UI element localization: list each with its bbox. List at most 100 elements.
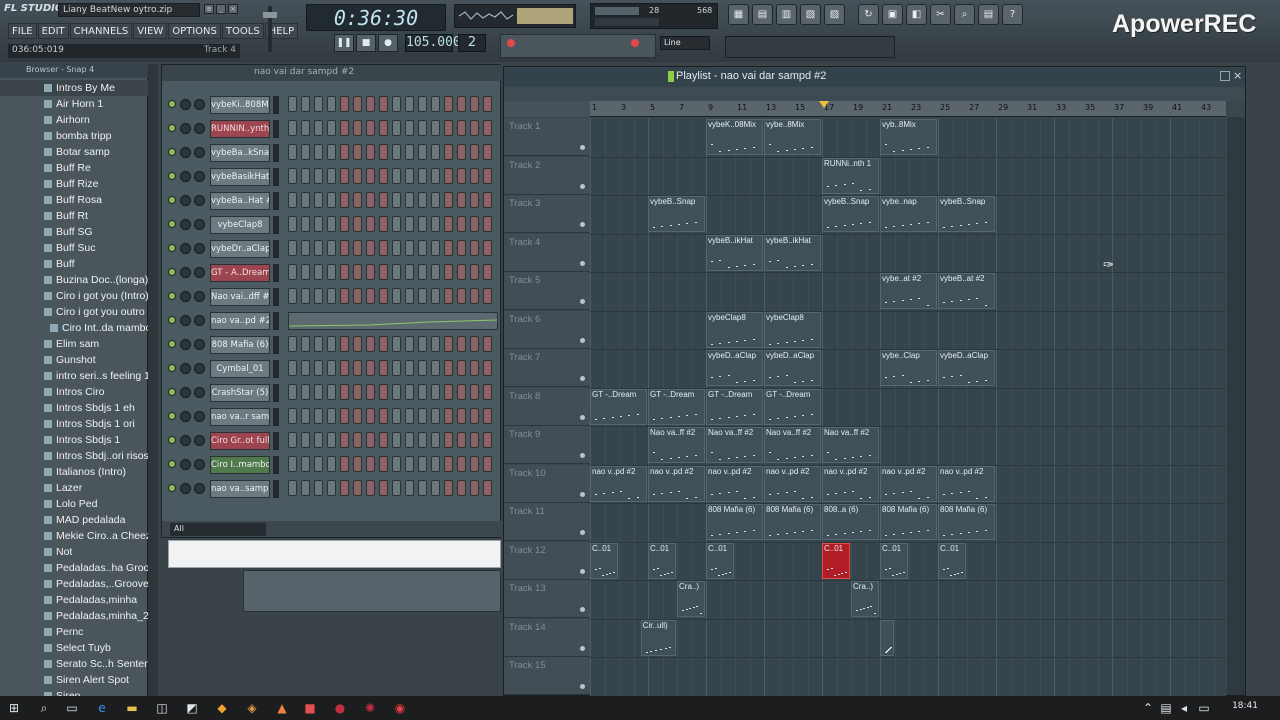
- track-mute-led[interactable]: [580, 260, 585, 266]
- step-button[interactable]: [366, 384, 375, 400]
- browser-item[interactable]: Intros Sbdjs 1 eh: [0, 400, 148, 416]
- channel-volume-knob[interactable]: [194, 483, 205, 494]
- step-button[interactable]: [314, 288, 323, 304]
- browser-item[interactable]: Not: [0, 544, 148, 560]
- channel-fader[interactable]: [273, 168, 279, 186]
- step-button[interactable]: [444, 192, 453, 208]
- app-icon-1[interactable]: ◩: [184, 700, 200, 716]
- channel-row[interactable]: vybeClap8: [162, 215, 502, 239]
- step-button[interactable]: [392, 288, 401, 304]
- step-button[interactable]: [340, 120, 349, 136]
- channel-name-button[interactable]: vybeBa..kSnap: [210, 144, 270, 162]
- channel-name-button[interactable]: nao va..sampd: [210, 480, 270, 498]
- step-button[interactable]: [327, 288, 336, 304]
- channel-name-button[interactable]: vybeBa..Hat #2: [210, 192, 270, 210]
- step-button[interactable]: [288, 264, 297, 280]
- pattern-clip[interactable]: vybeClap8: [706, 311, 763, 348]
- step-button[interactable]: [405, 336, 414, 352]
- step-button[interactable]: [366, 408, 375, 424]
- step-button[interactable]: [483, 480, 492, 496]
- menu-view[interactable]: VIEW: [133, 23, 168, 39]
- browser-item[interactable]: Buff: [0, 256, 148, 272]
- channel-pan-knob[interactable]: [180, 315, 191, 326]
- step-button[interactable]: [353, 408, 362, 424]
- step-button[interactable]: [353, 480, 362, 496]
- step-button[interactable]: [314, 480, 323, 496]
- maximize-icon[interactable]: [1220, 71, 1230, 81]
- step-button[interactable]: [288, 192, 297, 208]
- step-button[interactable]: [431, 336, 440, 352]
- track-header[interactable]: Track 5: [504, 272, 590, 310]
- browser-item[interactable]: Ciro Int..da mambo: [0, 320, 148, 336]
- step-button[interactable]: [301, 168, 310, 184]
- step-button[interactable]: [483, 240, 492, 256]
- step-button[interactable]: [457, 144, 466, 160]
- step-button[interactable]: [314, 408, 323, 424]
- step-button[interactable]: [379, 408, 388, 424]
- pattern-clip[interactable]: vybeB..Snap: [822, 196, 879, 232]
- pattern-clip[interactable]: RUNNi..nth 1: [822, 157, 879, 194]
- pattern-clip[interactable]: Cra..): [677, 581, 705, 617]
- track-header[interactable]: Track 2: [504, 156, 590, 195]
- step-button[interactable]: [457, 96, 466, 112]
- channel-volume-knob[interactable]: [194, 291, 205, 302]
- step-button[interactable]: [353, 432, 362, 448]
- pattern-clip[interactable]: C..01: [648, 542, 676, 579]
- channel-name-button[interactable]: Ciro Gr..ot full): [210, 432, 270, 450]
- browser-item[interactable]: Italianos (Intro): [0, 464, 148, 480]
- browser-item[interactable]: Buff Suc: [0, 240, 148, 256]
- browser-item[interactable]: Lazer: [0, 480, 148, 496]
- step-button[interactable]: [340, 336, 349, 352]
- step-button[interactable]: [366, 336, 375, 352]
- step-button[interactable]: [457, 216, 466, 232]
- step-button[interactable]: [340, 456, 349, 472]
- channel-led[interactable]: [168, 172, 176, 180]
- channel-pan-knob[interactable]: [180, 267, 191, 278]
- channel-pan-knob[interactable]: [180, 171, 191, 182]
- search-taskbar-icon[interactable]: ⌕: [36, 700, 52, 716]
- step-button[interactable]: [379, 360, 388, 376]
- step-button[interactable]: [314, 216, 323, 232]
- track-header[interactable]: Track 10: [504, 464, 590, 503]
- pattern-clip[interactable]: Nao va..ff #2: [764, 427, 821, 463]
- step-button[interactable]: [431, 288, 440, 304]
- step-button[interactable]: [327, 240, 336, 256]
- browser-item[interactable]: bomba tripp: [0, 128, 148, 144]
- channel-pan-knob[interactable]: [180, 243, 191, 254]
- step-button[interactable]: [301, 336, 310, 352]
- step-button[interactable]: [457, 360, 466, 376]
- pattern-clip[interactable]: Nao va..ff #2: [648, 427, 705, 463]
- pattern-clip[interactable]: vybeB..ikHat: [706, 234, 763, 271]
- step-button[interactable]: [379, 120, 388, 136]
- pattern-clip[interactable]: GT -..Dream: [706, 388, 763, 425]
- pattern-clip[interactable]: vybeD..aClap: [764, 350, 821, 386]
- step-button[interactable]: [470, 192, 479, 208]
- step-button[interactable]: [340, 384, 349, 400]
- channel-volume-knob[interactable]: [194, 267, 205, 278]
- vlc-icon[interactable]: ▲: [274, 700, 290, 716]
- step-button[interactable]: [288, 384, 297, 400]
- save-icon[interactable]: ▣: [882, 4, 903, 25]
- pattern-clip[interactable]: vybeB..ikHat: [764, 234, 821, 271]
- track-mute-led[interactable]: [580, 183, 585, 189]
- step-button[interactable]: [353, 336, 362, 352]
- channel-name-button[interactable]: CrashStar (5): [210, 384, 270, 402]
- track-header[interactable]: Track 11: [504, 503, 590, 541]
- step-button[interactable]: [340, 264, 349, 280]
- step-button[interactable]: [392, 384, 401, 400]
- step-button[interactable]: [392, 480, 401, 496]
- browser-item[interactable]: Pedaladas..ha Groove: [0, 560, 148, 576]
- browser-scrollbar[interactable]: [148, 64, 158, 696]
- step-button[interactable]: [379, 96, 388, 112]
- step-button[interactable]: [483, 384, 492, 400]
- step-button[interactable]: [353, 168, 362, 184]
- browser-item[interactable]: Pedaladas,minha: [0, 592, 148, 608]
- step-button[interactable]: [444, 96, 453, 112]
- app-icon-4[interactable]: ●: [332, 700, 348, 716]
- step-button[interactable]: [379, 456, 388, 472]
- step-button[interactable]: [418, 456, 427, 472]
- step-button[interactable]: [366, 288, 375, 304]
- step-button[interactable]: [444, 168, 453, 184]
- channel-volume-knob[interactable]: [194, 339, 205, 350]
- channel-row[interactable]: Cymbal_01: [162, 359, 502, 383]
